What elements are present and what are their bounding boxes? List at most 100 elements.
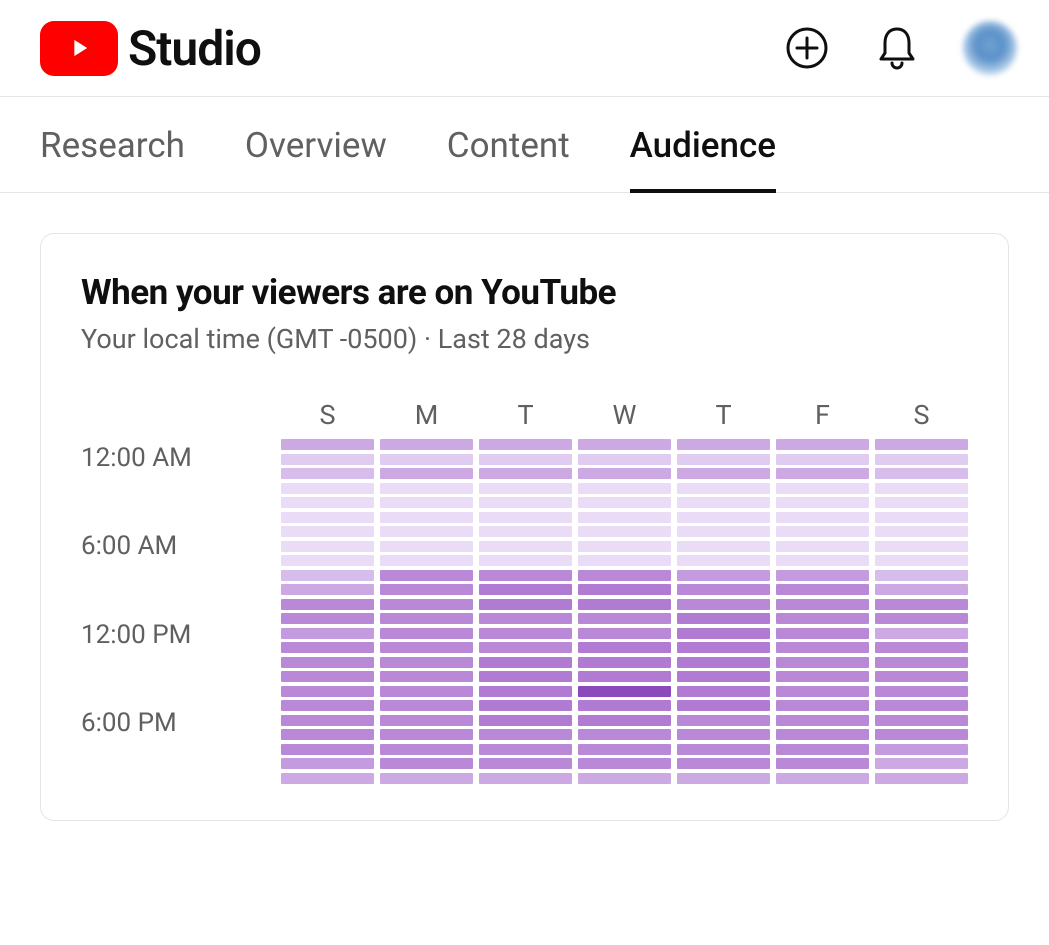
heatmap-day-column xyxy=(578,439,671,784)
heatmap-cell xyxy=(776,454,869,465)
heatmap-cell xyxy=(776,497,869,508)
heatmap-cell xyxy=(479,454,572,465)
heatmap-cell xyxy=(578,584,671,595)
heatmap-cell xyxy=(776,686,869,697)
heatmap-cell xyxy=(875,599,968,610)
heatmap-cell xyxy=(677,773,770,784)
heatmap-cell xyxy=(380,468,473,479)
heatmap-cell xyxy=(677,700,770,711)
heatmap-day-column xyxy=(677,439,770,784)
heatmap-cell xyxy=(479,439,572,450)
heatmap-cell xyxy=(578,700,671,711)
heatmap-cell xyxy=(479,671,572,682)
heatmap-cell xyxy=(380,628,473,639)
heatmap-cell xyxy=(380,700,473,711)
heatmap-cell xyxy=(578,613,671,624)
heatmap-cell xyxy=(875,642,968,653)
day-header: T xyxy=(677,399,770,431)
heatmap-cell xyxy=(875,439,968,450)
y-tick-label: 12:00 AM xyxy=(81,443,281,531)
heatmap-cell xyxy=(380,671,473,682)
heatmap-cell xyxy=(380,497,473,508)
heatmap-y-axis: 12:00 AM6:00 AM12:00 PM6:00 PM xyxy=(81,399,281,784)
heatmap-cell xyxy=(281,657,374,668)
avatar[interactable] xyxy=(963,21,1017,75)
notifications-button[interactable] xyxy=(873,24,921,72)
heatmap-grid-wrap: SMTWTFS xyxy=(281,399,968,784)
heatmap-cell xyxy=(281,642,374,653)
tab-overview[interactable]: Overview xyxy=(245,125,387,192)
heatmap-cell xyxy=(776,439,869,450)
tab-bar: Research Overview Content Audience xyxy=(0,97,1049,193)
heatmap-cell xyxy=(677,570,770,581)
heatmap-cell xyxy=(281,671,374,682)
heatmap-cell xyxy=(281,773,374,784)
heatmap-cell xyxy=(479,512,572,523)
heatmap-cell xyxy=(677,686,770,697)
heatmap-cell xyxy=(677,715,770,726)
heatmap-cell xyxy=(578,599,671,610)
heatmap-cell xyxy=(479,555,572,566)
card-subtitle: Your local time (GMT -0500) · Last 28 da… xyxy=(81,323,968,355)
heatmap-chart: 12:00 AM6:00 AM12:00 PM6:00 PM SMTWTFS xyxy=(81,399,968,784)
heatmap-cell xyxy=(875,758,968,769)
heatmap-cell xyxy=(380,599,473,610)
heatmap-cell xyxy=(479,599,572,610)
heatmap-cell xyxy=(281,686,374,697)
heatmap-cell xyxy=(776,700,869,711)
heatmap-cell xyxy=(380,439,473,450)
heatmap-cell xyxy=(677,439,770,450)
heatmap-cell xyxy=(776,483,869,494)
heatmap-cell xyxy=(479,613,572,624)
heatmap-cell xyxy=(479,628,572,639)
tab-content[interactable]: Content xyxy=(447,125,570,192)
heatmap-cell xyxy=(281,729,374,740)
heatmap-cell xyxy=(677,512,770,523)
day-header: F xyxy=(776,399,869,431)
heatmap-cell xyxy=(776,584,869,595)
plus-circle-icon xyxy=(785,26,829,70)
heatmap-cell xyxy=(281,584,374,595)
heatmap-cell xyxy=(677,642,770,653)
logo-group[interactable]: Studio xyxy=(40,20,261,77)
heatmap-cell xyxy=(281,512,374,523)
heatmap-cell xyxy=(776,570,869,581)
heatmap-cell xyxy=(380,570,473,581)
heatmap-day-column xyxy=(479,439,572,784)
heatmap-cell xyxy=(578,497,671,508)
heatmap-cell xyxy=(776,758,869,769)
heatmap-day-column xyxy=(776,439,869,784)
heatmap-cell xyxy=(578,729,671,740)
tab-research[interactable]: Research xyxy=(40,125,185,192)
heatmap-cell xyxy=(875,468,968,479)
heatmap-cell xyxy=(281,439,374,450)
heatmap-cell xyxy=(677,758,770,769)
heatmap-cell xyxy=(479,729,572,740)
heatmap-cell xyxy=(479,686,572,697)
heatmap-cell xyxy=(875,526,968,537)
heatmap-cell xyxy=(281,613,374,624)
day-header: S xyxy=(281,399,374,431)
heatmap-cell xyxy=(479,758,572,769)
heatmap-cell xyxy=(578,439,671,450)
heatmap-cell xyxy=(776,599,869,610)
heatmap-cell xyxy=(380,657,473,668)
heatmap-cell xyxy=(281,555,374,566)
heatmap-cell xyxy=(677,468,770,479)
heatmap-cell xyxy=(380,686,473,697)
header-actions xyxy=(783,21,1017,75)
heatmap-cell xyxy=(380,642,473,653)
heatmap-cell xyxy=(380,584,473,595)
heatmap-cell xyxy=(578,744,671,755)
heatmap-cell xyxy=(479,584,572,595)
heatmap-cell xyxy=(578,555,671,566)
heatmap-cell xyxy=(380,715,473,726)
heatmap-cell xyxy=(875,454,968,465)
tab-audience[interactable]: Audience xyxy=(630,125,776,192)
app-header: Studio xyxy=(0,0,1049,96)
heatmap-cell xyxy=(875,570,968,581)
heatmap-cell xyxy=(479,715,572,726)
create-button[interactable] xyxy=(783,24,831,72)
heatmap-cell xyxy=(578,570,671,581)
heatmap-cell xyxy=(875,555,968,566)
